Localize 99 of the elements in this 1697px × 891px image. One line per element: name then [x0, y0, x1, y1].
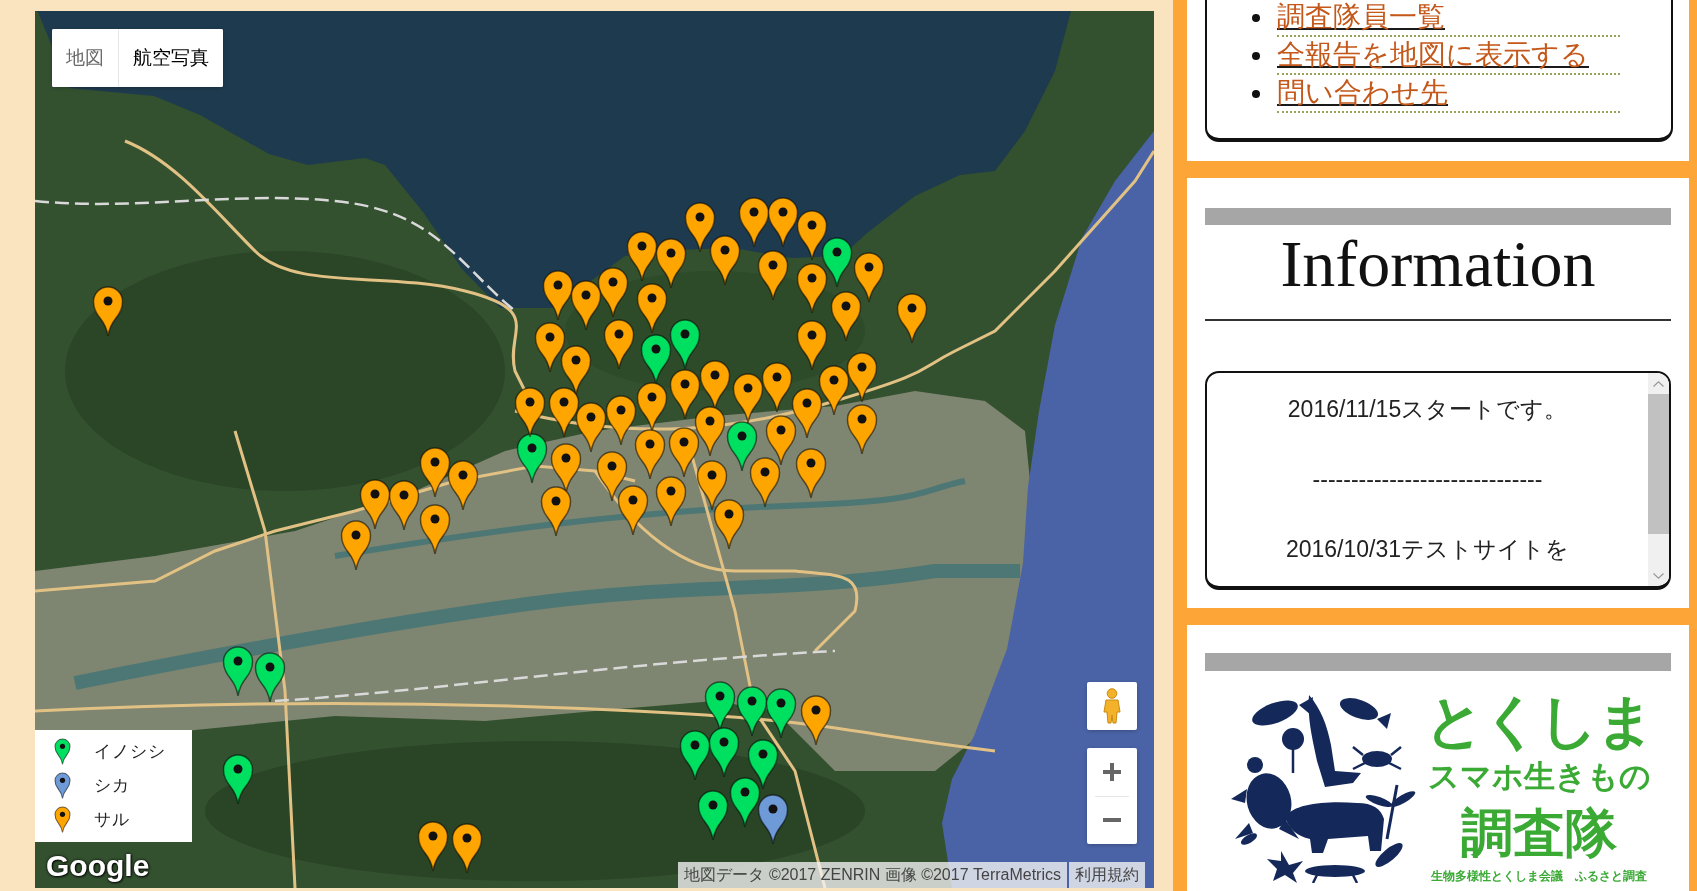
person-icon	[1102, 688, 1122, 724]
chevron-up-icon	[1653, 380, 1664, 387]
notice-text: 2016/11/15スタートです。	[1287, 395, 1568, 424]
legend-label: イノシシ	[94, 740, 166, 763]
map-pin-icon[interactable]	[796, 319, 828, 371]
map-pin-icon[interactable]	[388, 479, 420, 531]
map-pin-icon[interactable]	[597, 266, 629, 318]
map-pin-icon[interactable]	[668, 426, 700, 478]
map-pin-icon[interactable]	[765, 414, 797, 466]
logo-team-name: 調査隊	[1461, 805, 1617, 861]
map-pin-icon[interactable]	[684, 201, 716, 253]
map-pin-icon[interactable]	[340, 519, 372, 571]
map-type-button[interactable]: 地図	[52, 29, 118, 87]
map-pin-icon[interactable]	[516, 432, 548, 484]
map-pin-icon[interactable]	[796, 209, 828, 261]
notice-text: 2016/10/31テストサイトを	[1285, 535, 1570, 564]
legend-label: サル	[94, 808, 130, 831]
map-pin-icon[interactable]	[765, 687, 797, 739]
map-pin-icon[interactable]	[818, 364, 850, 416]
nav-link[interactable]: 問い合わせ先	[1277, 78, 1448, 108]
map-type-button[interactable]: 航空写真	[118, 29, 223, 87]
map-pin-icon[interactable]	[640, 333, 672, 385]
map-pin-icon[interactable]	[757, 249, 789, 301]
map-pin-icon[interactable]	[254, 651, 286, 703]
map-pin-icon[interactable]	[359, 478, 391, 530]
map-pin-icon[interactable]	[451, 822, 483, 874]
map-pin-icon[interactable]	[447, 459, 479, 511]
map-pin-icon[interactable]	[709, 234, 741, 286]
map-pin-icon[interactable]	[791, 387, 823, 439]
map-pin-icon[interactable]	[679, 729, 711, 781]
map-pin-icon[interactable]	[821, 236, 853, 288]
logo-organizer-text: 生物多様性とくしま会議 ふるさと調査	[1431, 869, 1647, 883]
map-pin-icon[interactable]	[830, 290, 862, 342]
map-pin-icon[interactable]	[767, 196, 799, 248]
map-pin-icon[interactable]	[655, 237, 687, 289]
attribution-text: 地図データ ©2017 ZENRIN 画像 ©2017 TerraMetrics	[678, 862, 1067, 888]
map-pin-icon[interactable]	[419, 503, 451, 555]
logo-subtitle: スマホ生きもの	[1427, 759, 1651, 795]
bullet-icon	[1252, 14, 1260, 22]
map-pin-icon[interactable]	[548, 386, 580, 438]
bullet-icon	[1252, 52, 1260, 60]
map-pin-icon[interactable]	[222, 645, 254, 697]
plus-icon	[1103, 762, 1121, 781]
scrollbar-thumb[interactable]	[1648, 394, 1669, 534]
chevron-down-icon	[1653, 572, 1664, 579]
map-pin-icon[interactable]	[603, 318, 635, 370]
logo-title: とくしま	[1425, 689, 1653, 753]
map-pin-icon[interactable]	[896, 292, 928, 344]
map-pin-icon[interactable]	[795, 447, 827, 499]
map-pin-icon[interactable]	[542, 269, 574, 321]
logo-wordmark: Google	[46, 850, 150, 881]
map-pin-icon[interactable]	[738, 196, 770, 248]
map-pin-icon[interactable]	[417, 820, 449, 872]
notice-text: ------------------------------	[1312, 465, 1543, 494]
map-pin-icon[interactable]	[540, 485, 572, 537]
map-pin-icon[interactable]	[605, 394, 637, 446]
legend-label: シカ	[94, 774, 130, 797]
map-pin-icon[interactable]	[636, 282, 668, 334]
map-pin-icon[interactable]	[534, 321, 566, 373]
map-pin-icon[interactable]	[575, 401, 607, 453]
map-pin-icon[interactable]	[846, 351, 878, 403]
map-pin-icon[interactable]	[634, 428, 666, 480]
scrollbar[interactable]	[1648, 373, 1669, 586]
map-pin-icon[interactable]	[626, 230, 658, 282]
map-pin-icon[interactable]	[749, 456, 781, 508]
map-pin-icon[interactable]	[757, 793, 789, 845]
map-pin-icon[interactable]	[419, 446, 451, 498]
information-heading: Information	[1279, 231, 1597, 297]
map-pin-icon[interactable]	[92, 285, 124, 337]
map-pin-icon[interactable]	[697, 789, 729, 841]
map-pin-icon[interactable]	[560, 344, 592, 396]
map-pin-icon[interactable]	[729, 776, 761, 828]
map-pin-icon[interactable]	[696, 459, 728, 511]
bullet-icon	[1252, 90, 1260, 98]
map-pin-icon[interactable]	[596, 450, 628, 502]
map-pin-icon[interactable]	[800, 694, 832, 746]
map-pin-icon[interactable]	[736, 685, 768, 737]
nav-link[interactable]: 調査隊員一覧	[1277, 2, 1445, 32]
map-pin-icon[interactable]	[713, 498, 745, 550]
map-pin-icon[interactable]	[726, 420, 758, 472]
map-pin-icon[interactable]	[669, 368, 701, 420]
map-pin-icon[interactable]	[617, 484, 649, 536]
terms-link[interactable]: 利用規約	[1069, 862, 1145, 888]
map-pin-icon[interactable]	[514, 386, 546, 438]
map-pin-icon[interactable]	[747, 738, 779, 790]
map-pin-icon[interactable]	[846, 403, 878, 455]
map-pin-icon[interactable]	[761, 361, 793, 413]
map-pin-icon[interactable]	[669, 318, 701, 370]
map-pin-icon[interactable]	[796, 262, 828, 314]
map-pin-icon[interactable]	[694, 405, 726, 457]
map-pin-icon[interactable]	[732, 372, 764, 424]
map-pin-icon[interactable]	[570, 279, 602, 331]
map-pin-icon[interactable]	[708, 726, 740, 778]
street-view-button[interactable]	[1087, 682, 1137, 730]
nav-link[interactable]: 全報告を地図に表示する	[1277, 40, 1589, 70]
minus-icon	[1103, 818, 1121, 823]
map-pin-icon[interactable]	[222, 753, 254, 805]
map-pin-icon[interactable]	[853, 251, 885, 303]
map-pin-icon[interactable]	[655, 475, 687, 527]
